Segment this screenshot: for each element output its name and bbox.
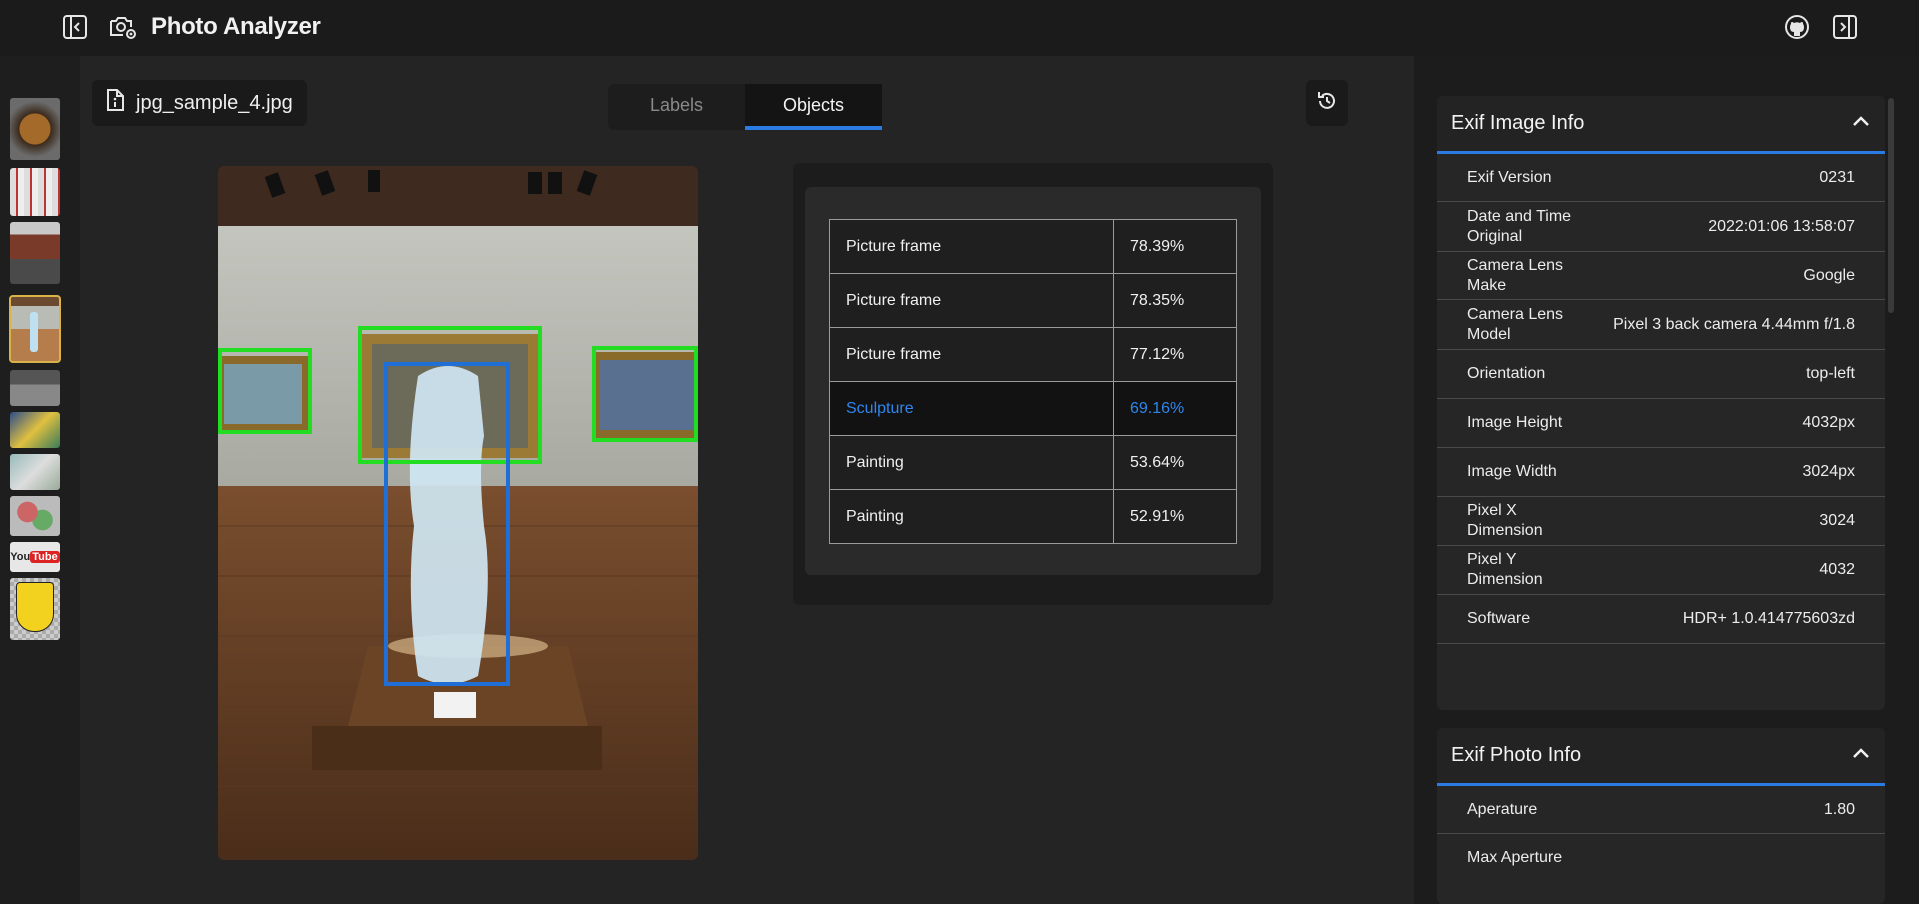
file-info-icon (104, 88, 126, 118)
object-label: Picture frame (829, 219, 1114, 274)
object-score: 78.35% (1113, 273, 1237, 328)
thumbnail[interactable] (10, 412, 60, 448)
exif-value: Pixel 3 back camera 4.44mm f/1.8 (1613, 315, 1855, 333)
analyzed-photo (218, 166, 698, 860)
exif-key: Orientation (1467, 365, 1546, 382)
chevron-up-icon[interactable] (1851, 114, 1871, 133)
thumbnail[interactable]: You Tube (10, 542, 60, 572)
objects-card: Picture frame 78.39% Picture frame 78.35% … (805, 187, 1261, 575)
exif-row: Orientation top-left (1437, 350, 1885, 399)
exif-row: Pixel X Dimension 3024 (1437, 497, 1885, 546)
thumbnail-strip: You Tube (0, 56, 80, 904)
exif-row: Date and Time Original 2022:01:06 13:58:0… (1437, 202, 1885, 252)
table-row[interactable]: Picture frame 78.39% (829, 219, 1237, 274)
thumbnail[interactable] (10, 222, 60, 284)
thumbnail[interactable] (10, 370, 60, 406)
thumbnail[interactable] (10, 98, 60, 160)
exif-key: Date and Time Original (1467, 207, 1572, 245)
exif-scrollbar[interactable] (1888, 98, 1894, 313)
exif-row: Camera Lens Model Pixel 3 back camera 4.4… (1437, 300, 1885, 350)
exif-panel: Exif Image Info Exif Version 0231 Date an… (1414, 56, 1919, 904)
object-score: 52.91% (1113, 489, 1237, 544)
thumbnail[interactable] (9, 295, 61, 363)
app-title: Photo Analyzer (151, 13, 321, 40)
exif-value: 3024px (1802, 463, 1856, 480)
exif-row: Max Aperture (1437, 834, 1885, 874)
thumbnail[interactable] (10, 454, 60, 490)
object-label: Painting (829, 435, 1114, 490)
exif-image-header[interactable]: Exif Image Info (1437, 96, 1885, 154)
object-score: 77.12% (1113, 327, 1237, 382)
table-row[interactable]: Picture frame 77.12% (829, 327, 1237, 382)
exif-value: 3024 (1819, 512, 1855, 529)
exif-key: Pixel Y Dimension (1467, 551, 1543, 588)
exif-key: Aperature (1467, 800, 1538, 818)
camera-settings-icon (108, 12, 138, 42)
exif-value: 0231 (1819, 168, 1855, 186)
exif-key: Pixel X Dimension (1467, 502, 1543, 539)
object-label: Sculpture (829, 381, 1114, 436)
thumbnail[interactable] (10, 168, 60, 216)
exif-value: top-left (1806, 365, 1855, 382)
file-name: jpg_sample_4.jpg (136, 91, 293, 114)
exif-key: Max Aperture (1467, 849, 1563, 866)
exif-row: Pixel Y Dimension 4032 (1437, 546, 1885, 595)
top-bar: Photo Analyzer (0, 0, 1919, 56)
tab-objects[interactable]: Objects (745, 84, 882, 130)
sidebar-collapse-left-icon[interactable] (60, 12, 90, 42)
exif-row: Software HDR+ 1.0.414775603zd (1437, 595, 1885, 644)
reset-button[interactable] (1306, 80, 1348, 126)
object-label: Painting (829, 489, 1114, 544)
photo-canvas (218, 166, 698, 860)
reset-icon (1315, 89, 1339, 118)
sidebar-collapse-right-icon[interactable] (1830, 12, 1860, 42)
object-score: 69.16% (1113, 381, 1237, 436)
objects-table: Picture frame 78.39% Picture frame 78.35% … (829, 219, 1237, 544)
table-row[interactable]: Picture frame 78.35% (829, 273, 1237, 328)
file-chip: jpg_sample_4.jpg (92, 80, 307, 126)
objects-panel: Picture frame 78.39% Picture frame 78.35% … (793, 163, 1273, 605)
exif-row: Image Width 3024px (1437, 448, 1885, 497)
exif-key: Image Height (1467, 414, 1563, 431)
table-row[interactable]: Painting 52.91% (829, 489, 1237, 544)
view-tabs: Labels Objects (608, 84, 882, 130)
main-area: jpg_sample_4.jpg Labels Objects Picture … (80, 56, 1414, 904)
exif-row: Camera Lens Make Google (1437, 252, 1885, 300)
exif-value: 1.80 (1823, 800, 1855, 818)
exif-photo-card: Exif Photo Info Aperature 1.80 Max Apertu… (1437, 728, 1885, 904)
exif-row: Image Height 4032px (1437, 399, 1885, 448)
object-label: Picture frame (829, 327, 1114, 382)
exif-row: Exif Version 0231 (1437, 154, 1885, 202)
thumbnail[interactable] (10, 578, 60, 640)
exif-value: Google (1803, 266, 1855, 284)
card-title: Exif Image Info (1451, 112, 1585, 134)
exif-key: Exif Version (1467, 168, 1552, 186)
object-label: Picture frame (829, 273, 1114, 328)
tab-labels[interactable]: Labels (608, 84, 745, 130)
exif-photo-header[interactable]: Exif Photo Info (1437, 728, 1885, 786)
exif-image-card: Exif Image Info Exif Version 0231 Date an… (1437, 96, 1885, 710)
object-score: 53.64% (1113, 435, 1237, 490)
exif-key: Camera Lens Model (1467, 305, 1564, 343)
exif-value: 2022:01:06 13:58:07 (1708, 217, 1855, 235)
exif-key: Software (1467, 610, 1531, 627)
object-score: 78.39% (1113, 219, 1237, 274)
table-row[interactable]: Painting 53.64% (829, 435, 1237, 490)
table-row-selected[interactable]: Sculpture 69.16% (829, 381, 1237, 436)
card-title: Exif Photo Info (1451, 744, 1582, 766)
exif-key: Image Width (1467, 463, 1557, 480)
github-icon[interactable] (1782, 12, 1812, 42)
exif-value: 4032px (1802, 414, 1856, 431)
exif-key: Camera Lens Make (1467, 256, 1564, 294)
exif-row: Aperature 1.80 (1437, 786, 1885, 834)
thumbnail[interactable] (10, 496, 60, 536)
exif-value: 4032 (1819, 561, 1855, 578)
exif-value: HDR+ 1.0.414775603zd (1682, 610, 1855, 627)
chevron-up-icon[interactable] (1851, 746, 1871, 765)
